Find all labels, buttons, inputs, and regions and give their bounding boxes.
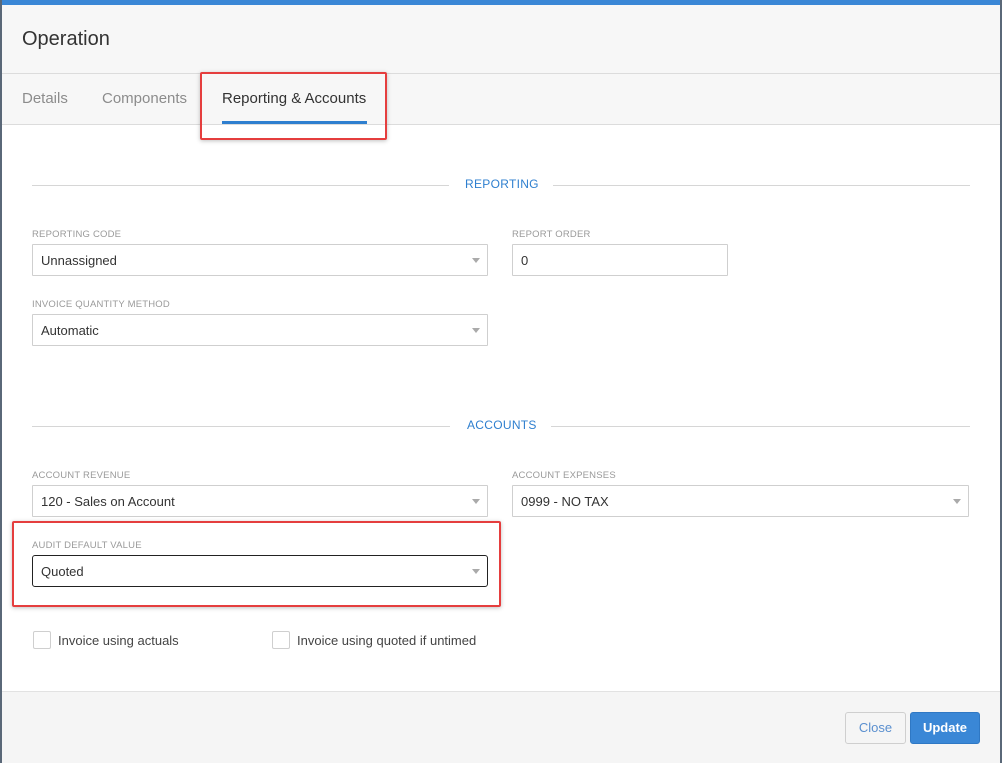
section-divider-right xyxy=(551,426,970,427)
account-expenses-value: 0999 - NO TAX xyxy=(521,494,609,509)
chevron-down-icon xyxy=(472,258,480,263)
dialog-title: Operation xyxy=(22,28,110,50)
tab-details[interactable]: Details xyxy=(22,90,68,107)
tab-reporting-accounts[interactable]: Reporting & Accounts xyxy=(222,90,366,107)
dialog-header: Operation xyxy=(2,5,1000,74)
reporting-code-select[interactable]: Unnassigned xyxy=(32,244,488,276)
invoice-quantity-method-select[interactable]: Automatic xyxy=(32,314,488,346)
account-revenue-value: 120 - Sales on Account xyxy=(41,494,175,509)
reporting-code-label: REPORTING CODE xyxy=(32,229,122,240)
chevron-down-icon xyxy=(472,499,480,504)
tab-components[interactable]: Components xyxy=(102,90,187,107)
section-title-reporting: REPORTING xyxy=(465,177,539,191)
account-expenses-select[interactable]: 0999 - NO TAX xyxy=(512,485,969,517)
section-divider-right xyxy=(553,185,970,186)
audit-default-value-label: AUDIT DEFAULT VALUE xyxy=(32,540,142,551)
audit-default-value-select[interactable]: Quoted xyxy=(32,555,488,587)
chevron-down-icon xyxy=(472,328,480,333)
account-expenses-label: ACCOUNT EXPENSES xyxy=(512,470,616,481)
invoice-using-actuals-checkbox[interactable] xyxy=(33,631,51,649)
chevron-down-icon xyxy=(953,499,961,504)
invoice-quantity-method-value: Automatic xyxy=(41,323,99,338)
account-revenue-label: ACCOUNT REVENUE xyxy=(32,470,131,481)
close-button[interactable]: Close xyxy=(845,712,906,744)
account-revenue-select[interactable]: 120 - Sales on Account xyxy=(32,485,488,517)
invoice-using-actuals-label[interactable]: Invoice using actuals xyxy=(58,633,179,648)
operation-dialog: Operation Details Components Reporting &… xyxy=(2,0,1000,763)
chevron-down-icon xyxy=(472,569,480,574)
tab-bar: Details Components Reporting & Accounts xyxy=(2,74,1000,125)
section-divider-left xyxy=(32,185,449,186)
section-title-accounts: ACCOUNTS xyxy=(467,418,537,432)
invoice-using-quoted-checkbox[interactable] xyxy=(272,631,290,649)
report-order-input[interactable]: 0 xyxy=(512,244,728,276)
reporting-code-value: Unnassigned xyxy=(41,253,117,268)
audit-default-value-value: Quoted xyxy=(41,564,84,579)
active-tab-indicator xyxy=(222,121,367,124)
section-divider-left xyxy=(32,426,450,427)
dialog-footer: Close Update xyxy=(2,691,1000,763)
invoice-quantity-method-label: INVOICE QUANTITY METHOD xyxy=(32,299,170,310)
update-button[interactable]: Update xyxy=(910,712,980,744)
report-order-value: 0 xyxy=(521,253,529,268)
invoice-using-quoted-label[interactable]: Invoice using quoted if untimed xyxy=(297,633,476,648)
report-order-label: REPORT ORDER xyxy=(512,229,591,240)
